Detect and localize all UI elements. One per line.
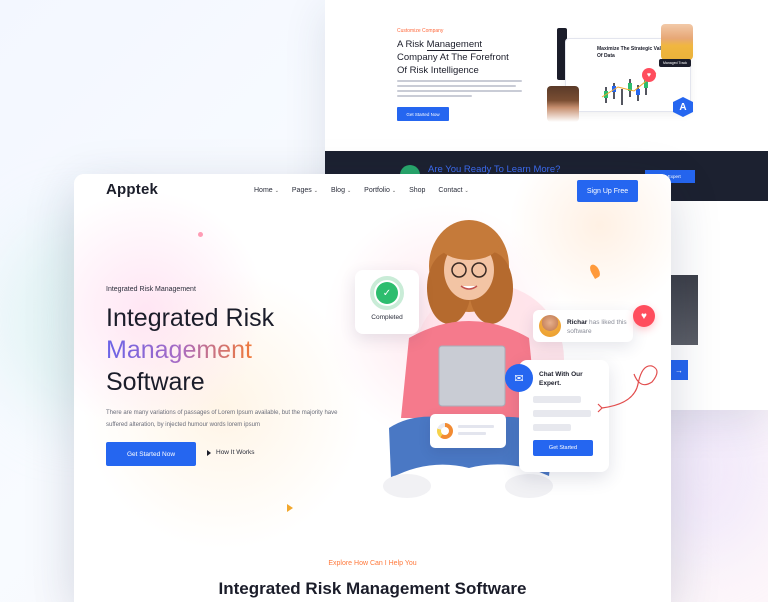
hero-title-line: Software xyxy=(106,368,205,396)
nav-label: Home xyxy=(254,187,273,194)
nav-item-portfolio[interactable]: Portfolio ⌄ xyxy=(364,187,396,194)
back-eyebrow: Customize Company xyxy=(397,28,444,34)
chevron-down-icon: ⌄ xyxy=(391,187,397,194)
get-started-button[interactable]: Get Started Now xyxy=(106,442,196,466)
heart-icon: ♥ xyxy=(642,68,656,82)
nav-label: Contact xyxy=(438,187,463,194)
hero-description: There are many variations of passages of… xyxy=(106,410,338,428)
avatar xyxy=(539,315,561,337)
nav-label: Blog xyxy=(330,187,345,194)
mini-line xyxy=(458,425,494,428)
completed-ring: ✓ xyxy=(370,276,404,310)
avatar-tag: Managed Track xyxy=(659,59,692,67)
nav-item-shop[interactable]: Shop xyxy=(409,187,425,194)
section-eyebrow: Explore How Can I Help You xyxy=(328,560,417,567)
nav-label: Shop xyxy=(409,187,426,194)
nav-item-pages[interactable]: Pages ⌄ xyxy=(292,187,318,194)
curly-arrow-icon xyxy=(597,365,658,413)
liked-text: Richar has liked this software xyxy=(567,318,631,336)
section-title: Integrated Risk Management Software xyxy=(218,579,527,598)
liked-name: Richar xyxy=(567,319,588,326)
back-title-underlined: Management xyxy=(426,39,483,51)
check-shield-icon: ✓ xyxy=(376,282,398,304)
nav-label: Pages xyxy=(291,187,312,194)
avatar xyxy=(547,86,579,122)
donut-chart-icon xyxy=(437,423,453,439)
signup-button[interactable]: Sign Up Free xyxy=(577,180,638,202)
back-lower-image xyxy=(670,275,698,345)
how-it-works-label: How It Works xyxy=(216,449,255,456)
liked-card: Richar has liked this software xyxy=(533,310,633,342)
decorative-triangle xyxy=(287,504,293,512)
nav-item-contact[interactable]: Contact ⌄ xyxy=(438,187,468,194)
hero-title-gradient: Management xyxy=(106,336,252,364)
chat-title: Chat With Our Expert. xyxy=(539,371,583,387)
completed-label: Completed xyxy=(371,314,403,321)
back-title-part: Company At The Forefront xyxy=(397,52,509,63)
back-title: A Risk Management Company At The Forefro… xyxy=(397,38,527,77)
arrow-right-icon[interactable]: → xyxy=(670,360,688,380)
avatar xyxy=(661,24,693,60)
nav-item-home[interactable]: Home ⌄ xyxy=(254,187,279,194)
heart-icon: ♥ xyxy=(633,305,655,327)
main-nav: Home ⌄ Pages ⌄ Blog ⌄ Portfolio ⌄ Shop Conta… xyxy=(254,187,469,194)
hero-title-line: Integrated Risk xyxy=(106,304,275,332)
back-hero xyxy=(325,0,768,150)
completed-card: ✓ Completed xyxy=(355,270,419,334)
chat-get-started-button[interactable]: Get Started xyxy=(533,440,593,456)
chat-placeholder-line xyxy=(533,410,591,417)
back-get-started-button[interactable]: Get Started Now xyxy=(397,107,449,121)
hero-eyebrow: Integrated Risk Management xyxy=(106,286,196,293)
chat-placeholder-line xyxy=(533,424,571,431)
chevron-down-icon: ⌄ xyxy=(464,187,469,194)
nav-label: Portfolio xyxy=(364,187,390,194)
back-title-part: A Risk xyxy=(397,39,424,50)
mini-stats-card xyxy=(430,414,506,448)
chat-placeholder-line xyxy=(533,396,581,403)
nav-item-blog[interactable]: Blog ⌄ xyxy=(331,187,351,194)
front-preview-card: Apptek Home ⌄ Pages ⌄ Blog ⌄ Portfolio ⌄ Sho… xyxy=(74,174,671,602)
dashboard-title: Maximize The Strategic Value Of Data xyxy=(597,46,667,59)
how-it-works-link[interactable]: How It Works xyxy=(207,449,255,456)
decorative-dot xyxy=(198,232,203,237)
back-title-part: Of Risk Intelligence xyxy=(397,65,479,76)
chevron-down-icon: ⌄ xyxy=(346,187,352,194)
hero-title: Integrated Risk Management Software xyxy=(106,302,274,398)
chat-bubble-icon: ✉ xyxy=(505,364,533,392)
mini-line xyxy=(458,432,486,435)
back-paragraph xyxy=(397,80,522,100)
chevron-down-icon: ⌄ xyxy=(274,187,279,194)
chevron-down-icon: ⌄ xyxy=(313,187,318,194)
play-icon xyxy=(207,449,211,456)
logo[interactable]: Apptek xyxy=(106,181,158,198)
